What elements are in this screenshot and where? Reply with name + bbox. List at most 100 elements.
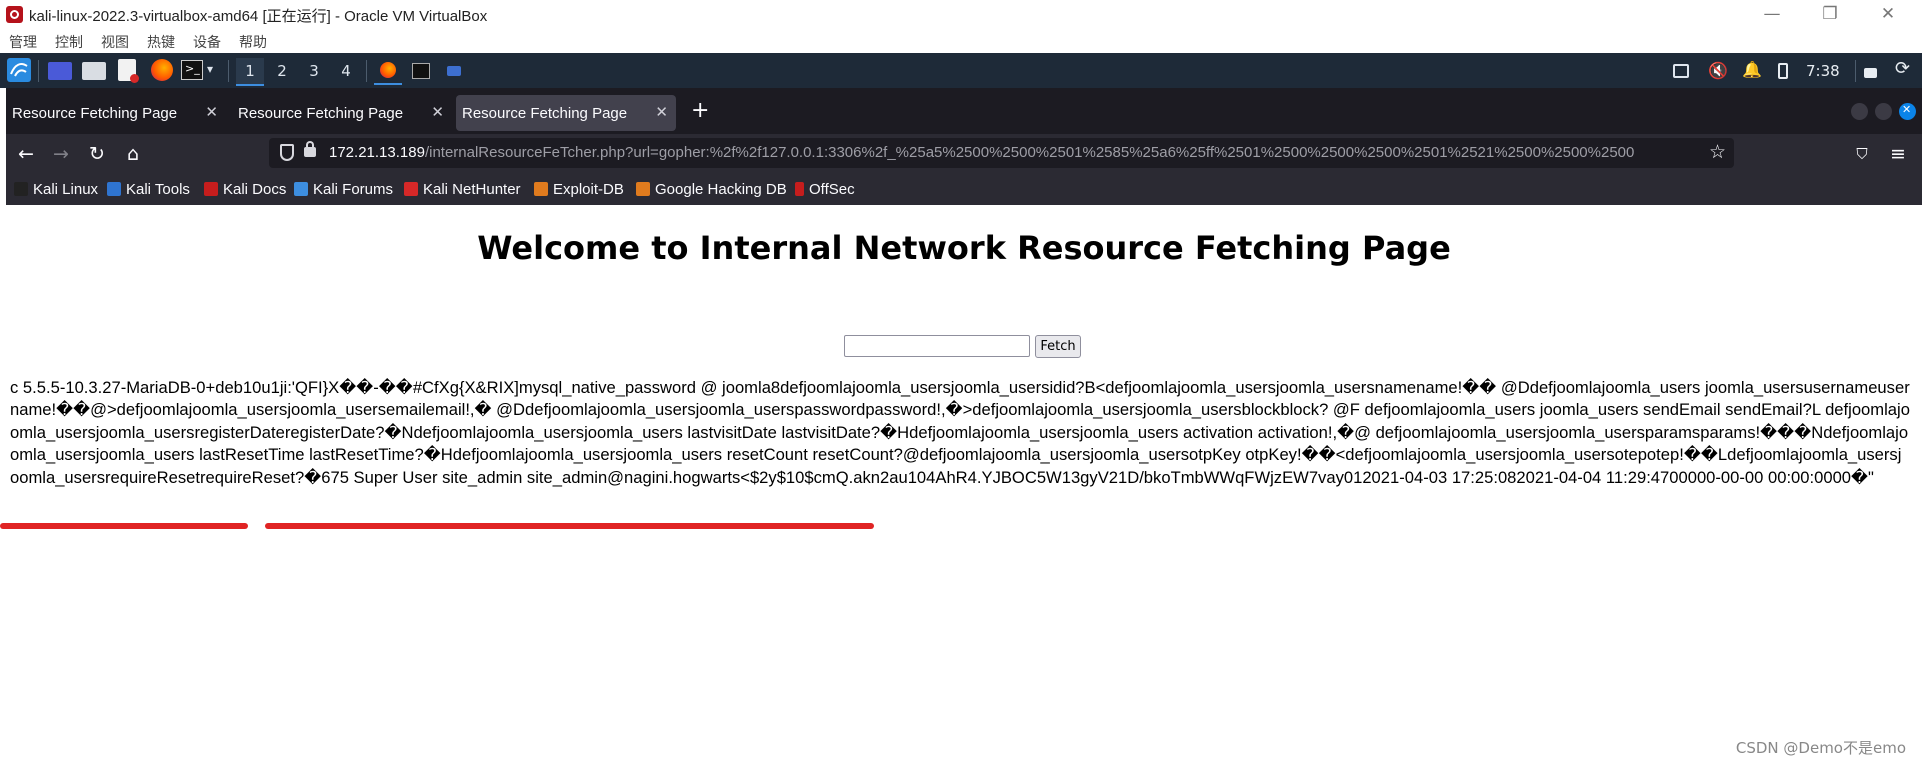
google-hacking-db-icon — [636, 182, 650, 196]
taskbar-firefox-window[interactable] — [374, 57, 402, 85]
kali-nethunter-icon — [404, 182, 418, 196]
kali-docs-icon — [204, 182, 218, 196]
window-minimize-button[interactable] — [1851, 103, 1868, 120]
tab-resource-fetching-3-active[interactable]: Resource Fetching Page ✕ — [456, 95, 676, 131]
minimize-button[interactable]: — — [1752, 2, 1792, 26]
reload-icon[interactable]: ↻ — [84, 141, 110, 167]
tab-resource-fetching-2[interactable]: Resource Fetching Page ✕ — [232, 95, 452, 131]
tab-label: Resource Fetching Page — [12, 105, 178, 122]
terminal-launcher-icon[interactable]: >_ — [181, 60, 203, 80]
fetch-output-text: c 5.5.5-10.3.27-MariaDB-0+deb10u1ji:'QFI… — [10, 378, 1910, 487]
bookmark-label: OffSec — [809, 181, 855, 198]
panel-separator — [228, 60, 229, 82]
window-maximize-button[interactable] — [1875, 103, 1892, 120]
bookmark-exploit-db[interactable]: Exploit-DB — [534, 181, 624, 198]
restore-button[interactable]: ❐ — [1810, 2, 1850, 26]
forward-arrow-icon[interactable]: → — [48, 141, 74, 167]
show-desktop-icon[interactable] — [48, 62, 72, 80]
chevron-down-icon[interactable]: ▾ — [207, 62, 213, 84]
muted-speaker-icon[interactable]: 🔇 — [1708, 61, 1728, 83]
bookmarks-bar: Kali Linux Kali Tools Kali Docs Kali For… — [6, 174, 1922, 205]
home-icon[interactable]: ⌂ — [120, 141, 146, 167]
bookmark-label: Exploit-DB — [553, 181, 624, 198]
bookmark-kali-linux[interactable]: Kali Linux — [14, 181, 98, 198]
bookmark-label: Google Hacking DB — [655, 181, 787, 198]
kali-dragon-icon — [14, 182, 28, 196]
kali-top-panel: >_ ▾ 1 2 3 4 🔇 🔔 7:38 ⟳ — [0, 53, 1922, 88]
bookmark-kali-docs[interactable]: Kali Docs — [204, 181, 286, 198]
bookmark-label: Kali NetHunter — [423, 181, 521, 198]
pocket-icon[interactable]: ⛉ — [1849, 141, 1875, 167]
bookmark-kali-tools[interactable]: Kali Tools — [107, 181, 190, 198]
menu-view[interactable]: 视图 — [101, 32, 129, 52]
firefox-tab-strip: Resource Fetching Page ✕ Resource Fetchi… — [6, 88, 1922, 134]
menu-devices[interactable]: 设备 — [193, 32, 221, 52]
vbox-menubar: 管理 控制 视图 热键 设备 帮助 — [0, 29, 1922, 53]
vbox-titlebar: kali-linux-2022.3-virtualbox-amd64 [正在运行… — [0, 0, 1922, 29]
insecure-lock-icon[interactable] — [304, 141, 316, 157]
tab-label: Resource Fetching Page — [462, 105, 628, 122]
workspace-2[interactable]: 2 — [268, 58, 296, 84]
fetch-button[interactable]: Fetch — [1035, 335, 1081, 358]
firefox-navbar: ← → ↻ ⌂ 172.21.13.189/internalResourceFe… — [6, 134, 1922, 174]
close-button[interactable]: ✕ — [1868, 2, 1908, 26]
menu-help[interactable]: 帮助 — [239, 32, 267, 52]
url-path: /internalResourceFeTcher.php?url=gopher:… — [424, 144, 1635, 161]
back-arrow-icon[interactable]: ← — [13, 141, 39, 167]
tab-label: Resource Fetching Page — [238, 105, 404, 122]
csdn-watermark: CSDN @Demo不是emo — [1735, 739, 1906, 757]
new-tab-plus-icon[interactable]: + — [691, 100, 709, 122]
text-editor-icon[interactable] — [118, 59, 139, 83]
notification-bell-icon[interactable]: 🔔 — [1742, 60, 1762, 82]
display-icon[interactable] — [1673, 64, 1689, 78]
red-annotation-underline — [265, 523, 874, 529]
panel-separator — [38, 60, 39, 82]
bookmark-kali-nethunter[interactable]: Kali NetHunter — [404, 181, 521, 198]
hamburger-menu-icon[interactable]: ≡ — [1885, 141, 1911, 167]
bookmark-label: Kali Tools — [126, 181, 190, 198]
tab-resource-fetching-1[interactable]: Resource Fetching Page ✕ — [6, 95, 226, 131]
tab-close-icon[interactable]: ✕ — [655, 103, 668, 121]
workspace-4[interactable]: 4 — [332, 58, 360, 84]
page-title: Welcome to Internal Network Resource Fet… — [477, 229, 1451, 267]
kali-menu-icon[interactable] — [7, 58, 31, 82]
taskbar-app-window[interactable] — [447, 66, 461, 76]
red-annotation-underline — [0, 523, 248, 529]
kali-forums-icon — [294, 182, 308, 196]
bookmark-label: Kali Linux — [33, 181, 99, 198]
menu-control[interactable]: 控制 — [55, 32, 83, 52]
tracking-shield-icon[interactable] — [280, 144, 294, 161]
battery-icon[interactable] — [1778, 63, 1788, 79]
kali-tools-icon — [107, 182, 121, 196]
menu-hotkeys[interactable]: 热键 — [147, 32, 175, 52]
power-icon[interactable]: ⟳ — [1895, 58, 1910, 80]
file-manager-icon[interactable] — [82, 62, 106, 80]
bookmark-offsec[interactable]: OffSec — [795, 181, 855, 198]
panel-separator — [1855, 60, 1856, 82]
firefox-launcher-icon[interactable] — [151, 59, 173, 81]
url-text[interactable]: 172.21.13.189/internalResourceFeTcher.ph… — [329, 144, 1704, 161]
bookmark-kali-forums[interactable]: Kali Forums — [294, 181, 393, 198]
bookmark-star-icon[interactable]: ☆ — [1709, 141, 1726, 163]
panel-clock[interactable]: 7:38 — [1806, 62, 1840, 80]
lock-screen-icon[interactable] — [1864, 68, 1877, 78]
bookmark-label: Kali Forums — [313, 181, 394, 198]
url-bar[interactable]: 172.21.13.189/internalResourceFeTcher.ph… — [269, 138, 1734, 168]
tab-close-icon[interactable]: ✕ — [431, 103, 444, 121]
vbox-window-title: kali-linux-2022.3-virtualbox-amd64 [正在运行… — [29, 8, 488, 25]
window-close-button[interactable] — [1899, 103, 1916, 120]
tab-close-icon[interactable]: ✕ — [205, 103, 218, 121]
bookmark-google-hacking-db[interactable]: Google Hacking DB — [636, 181, 787, 198]
url-fetch-input[interactable] — [844, 335, 1030, 357]
panel-separator — [366, 60, 367, 82]
page-content: Welcome to Internal Network Resource Fet… — [0, 205, 1922, 766]
offsec-icon — [795, 182, 804, 196]
url-host: 172.21.13.189 — [329, 144, 425, 161]
bookmark-label: Kali Docs — [223, 181, 287, 198]
workspace-1[interactable]: 1 — [236, 58, 264, 86]
exploit-db-icon — [534, 182, 548, 196]
workspace-3[interactable]: 3 — [300, 58, 328, 84]
menu-manage[interactable]: 管理 — [9, 32, 37, 52]
taskbar-terminal-window[interactable] — [412, 63, 430, 79]
virtualbox-logo-icon — [6, 6, 23, 23]
